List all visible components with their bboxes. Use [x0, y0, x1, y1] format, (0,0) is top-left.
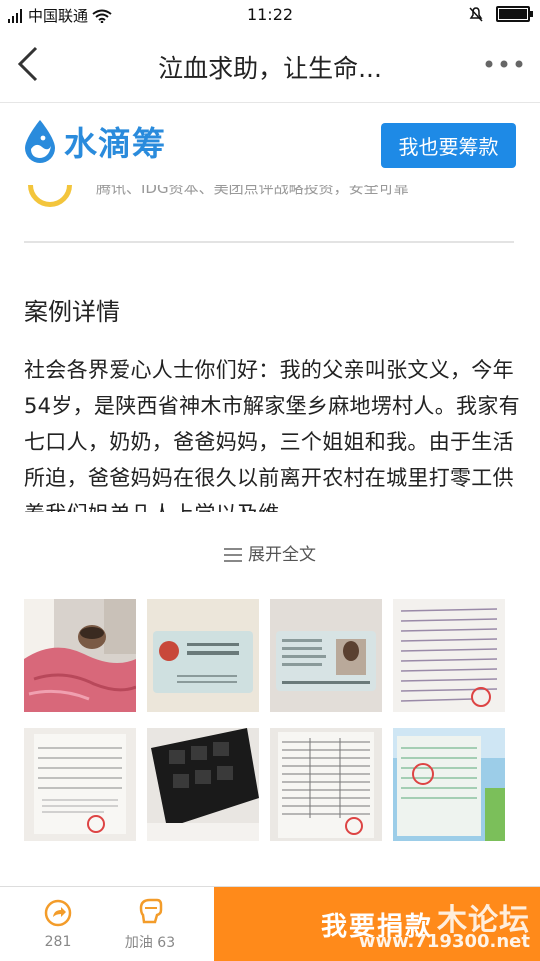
photo-thumbnail[interactable]: [393, 728, 505, 841]
donate-button[interactable]: 我要捐款 木论坛 www.719300.net: [214, 887, 540, 961]
brand-bar: 水滴筹 我也要筹款: [0, 103, 540, 187]
trust-badge-icon: [28, 185, 72, 207]
brand-logo: 水滴筹: [22, 117, 166, 165]
photo-thumbnail[interactable]: [147, 599, 259, 712]
photo-thumbnail[interactable]: [147, 728, 259, 841]
brand-name: 水滴筹: [64, 124, 166, 163]
divider: [24, 241, 514, 243]
bottom-bar: 281 加油 63 我要捐款 木论坛 www.719300.net: [0, 886, 540, 961]
receipt-photo: [393, 728, 505, 841]
story-text: 社会各界爱心人士你们好：我的父亲叫张文义，今年54岁，是陕西省神木市解家堡乡麻地…: [24, 358, 520, 512]
medical-form-photo: [24, 728, 136, 841]
trust-row: 腾讯、IDG资本、美团点评战略投资，安全可靠: [24, 185, 514, 207]
id-card-back-photo: [147, 599, 259, 712]
expand-full-text-link[interactable]: 展开全文: [0, 540, 540, 565]
cheer-button[interactable]: 加油 63: [112, 887, 188, 961]
ct-scan-photo: [147, 728, 259, 841]
patient-photo: [24, 599, 136, 712]
nav-bar: 泣血求助，让生命...: [0, 30, 540, 103]
mute-bell-icon: [469, 7, 483, 22]
photo-thumbnail[interactable]: [24, 728, 136, 841]
battery-icon: [496, 6, 533, 22]
start-fundraiser-button[interactable]: 我也要筹款: [381, 123, 516, 168]
cheer-label: 加油 63: [124, 935, 176, 951]
photo-thumbnail[interactable]: [24, 599, 136, 712]
photo-thumbnail[interactable]: [270, 728, 382, 841]
fist-icon: [139, 898, 163, 924]
watermark-url: www.719300.net: [358, 931, 530, 952]
hospital-record-photo: [270, 728, 382, 841]
trust-text: 腾讯、IDG资本、美团点评战略投资，安全可靠: [96, 185, 409, 197]
share-icon: [44, 899, 72, 927]
id-card-front-photo: [270, 599, 382, 712]
menu-lines-icon: [224, 548, 242, 562]
battery-fill: [499, 9, 527, 19]
status-right: [468, 6, 533, 22]
section-title: 案例详情: [24, 298, 120, 326]
share-button[interactable]: 281: [22, 887, 94, 961]
photo-thumbnail[interactable]: [393, 599, 505, 712]
water-drop-icon: [25, 120, 55, 163]
status-bar: 中国联通 11:22: [0, 0, 540, 30]
more-dots-icon[interactable]: [484, 54, 524, 74]
clock: 11:22: [246, 5, 294, 24]
expand-label: 展开全文: [248, 545, 316, 565]
chevron-left-icon[interactable]: [14, 44, 44, 84]
page-title: 泣血求助，让生命...: [158, 54, 382, 83]
photo-thumbnail[interactable]: [270, 599, 382, 712]
share-count: 281: [44, 934, 72, 950]
letter-photo: [393, 599, 505, 712]
